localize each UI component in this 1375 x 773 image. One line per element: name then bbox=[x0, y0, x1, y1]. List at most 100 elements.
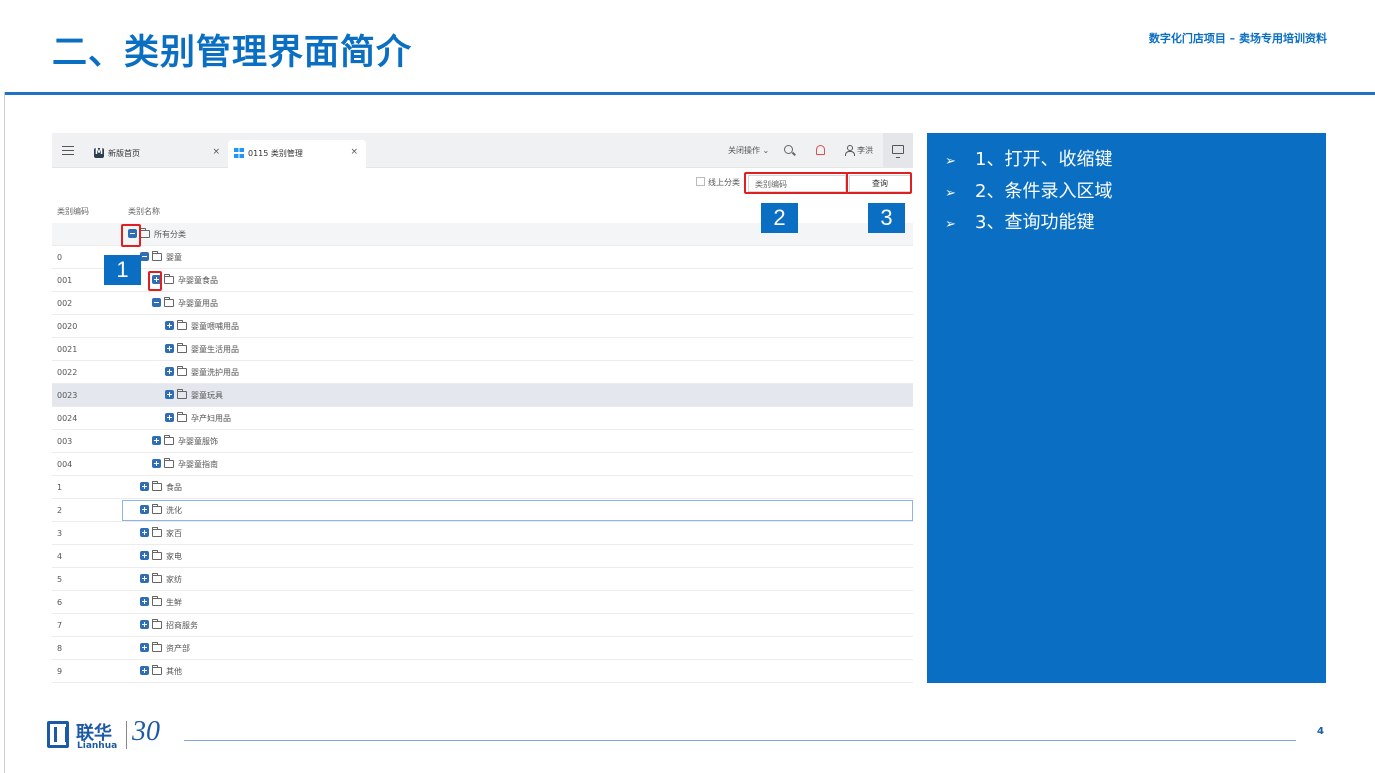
tab-close-icon[interactable]: × bbox=[212, 147, 220, 157]
expand-icon[interactable] bbox=[165, 413, 174, 422]
category-code: 0 bbox=[57, 253, 63, 262]
category-name: 婴童生活用品 bbox=[191, 345, 239, 354]
folder-icon bbox=[177, 412, 187, 422]
online-category-label: 线上分类 bbox=[708, 178, 740, 187]
expand-icon[interactable] bbox=[165, 390, 174, 399]
category-code: 003 bbox=[57, 437, 73, 446]
category-code: 3 bbox=[57, 529, 63, 538]
grid-icon bbox=[234, 148, 244, 158]
note-item: ➢ 2、条件录入区域 bbox=[945, 177, 1112, 203]
expand-icon[interactable] bbox=[140, 597, 149, 606]
tree-row[interactable]: 5 家纺 bbox=[52, 568, 913, 591]
user-name[interactable]: 李洪 bbox=[857, 145, 873, 156]
folder-icon bbox=[152, 481, 162, 491]
expand-icon[interactable] bbox=[140, 620, 149, 629]
folder-icon bbox=[152, 642, 162, 652]
category-code: 5 bbox=[57, 575, 63, 584]
category-name: 婴童洗护用品 bbox=[191, 368, 239, 377]
folder-icon bbox=[152, 527, 162, 537]
tab-category-management[interactable]: 0115 类别管理 × bbox=[228, 140, 366, 168]
tree-row[interactable]: 0024 孕产妇用品 bbox=[52, 407, 913, 430]
tab-label: 0115 类别管理 bbox=[248, 149, 303, 158]
toggle-highlight-box bbox=[121, 224, 141, 247]
tree-row[interactable]: 0023 婴童玩具 bbox=[52, 384, 913, 407]
category-name: 食品 bbox=[166, 483, 182, 492]
category-name: 孕婴童食品 bbox=[178, 276, 218, 285]
column-header-code[interactable]: 类别编码 bbox=[57, 206, 89, 217]
expand-icon[interactable] bbox=[165, 321, 174, 330]
query-button-highlight-box bbox=[846, 172, 912, 194]
tab-home[interactable]: 新版首页 × bbox=[88, 140, 228, 168]
category-code: 0022 bbox=[57, 368, 78, 377]
category-code: 9 bbox=[57, 667, 63, 676]
collapse-icon[interactable] bbox=[140, 252, 149, 261]
expand-icon[interactable] bbox=[165, 367, 174, 376]
footer-divider bbox=[184, 740, 1296, 741]
folder-icon bbox=[152, 573, 162, 583]
category-code: 6 bbox=[57, 598, 63, 607]
category-code: 0021 bbox=[57, 345, 78, 354]
callout-2: 2 bbox=[761, 203, 798, 233]
folder-icon bbox=[152, 504, 162, 514]
monitor-icon bbox=[892, 145, 904, 158]
menu-icon[interactable] bbox=[62, 146, 74, 155]
category-name: 婴童喂哺用品 bbox=[191, 322, 239, 331]
user-icon[interactable] bbox=[845, 145, 855, 156]
tab-label: 新版首页 bbox=[108, 149, 140, 158]
tree-row[interactable]: 002 孕婴童用品 bbox=[52, 292, 913, 315]
tab-close-icon[interactable]: × bbox=[350, 147, 358, 157]
logo-separator bbox=[126, 721, 127, 749]
collapse-icon[interactable] bbox=[152, 298, 161, 307]
expand-icon[interactable] bbox=[165, 344, 174, 353]
tree-row[interactable]: 0021 婴童生活用品 bbox=[52, 338, 913, 361]
anniversary-logo: 30 bbox=[132, 716, 160, 747]
tree-row[interactable]: 001 孕婴童食品 bbox=[52, 269, 913, 292]
category-name: 其他 bbox=[166, 667, 182, 676]
expand-icon[interactable] bbox=[140, 551, 149, 560]
category-code: 0024 bbox=[57, 414, 78, 423]
tree-row[interactable]: 2 洗化 bbox=[52, 499, 913, 522]
column-header-name[interactable]: 类别名称 bbox=[128, 206, 160, 217]
expand-icon[interactable] bbox=[152, 436, 161, 445]
tree-row[interactable]: 9 其他 bbox=[52, 660, 913, 683]
filter-input-highlight-box bbox=[744, 172, 848, 194]
folder-icon bbox=[177, 389, 187, 399]
expand-icon[interactable] bbox=[140, 574, 149, 583]
folder-icon bbox=[164, 458, 174, 468]
close-operations-menu[interactable]: 关闭操作 ⌄ bbox=[728, 145, 769, 156]
tree-row[interactable]: 7 招商服务 bbox=[52, 614, 913, 637]
logo-english: Lianhua bbox=[77, 741, 118, 751]
online-category-checkbox[interactable] bbox=[696, 177, 705, 186]
expand-icon[interactable] bbox=[140, 643, 149, 652]
expand-icon[interactable] bbox=[152, 459, 161, 468]
tree-row[interactable]: 004 孕婴童指南 bbox=[52, 453, 913, 476]
tree-row[interactable]: 8 资产部 bbox=[52, 637, 913, 660]
bell-icon[interactable] bbox=[816, 145, 825, 155]
category-name: 孕产妇用品 bbox=[191, 414, 231, 423]
category-name: 孕婴童用品 bbox=[178, 299, 218, 308]
tree-row[interactable]: 0 婴童 bbox=[52, 246, 913, 269]
tree-row[interactable]: 3 家百 bbox=[52, 522, 913, 545]
note-item: ➢ 1、打开、收缩键 bbox=[945, 145, 1112, 171]
tree-row[interactable]: 003 孕婴童服饰 bbox=[52, 430, 913, 453]
tree-row[interactable]: 1 食品 bbox=[52, 476, 913, 499]
tree-row[interactable]: 0020 婴童喂哺用品 bbox=[52, 315, 913, 338]
tree-row[interactable]: 0022 婴童洗护用品 bbox=[52, 361, 913, 384]
category-code: 001 bbox=[57, 276, 73, 285]
expand-icon[interactable] bbox=[140, 505, 149, 514]
expand-icon[interactable] bbox=[140, 666, 149, 675]
tree-row[interactable]: 6 生鲜 bbox=[52, 591, 913, 614]
category-code: 8 bbox=[57, 644, 63, 653]
callout-3: 3 bbox=[868, 203, 905, 233]
category-code: 002 bbox=[57, 299, 73, 308]
toggle-highlight-box bbox=[148, 271, 162, 291]
expand-icon[interactable] bbox=[140, 482, 149, 491]
search-icon[interactable] bbox=[784, 145, 793, 154]
notes-panel: ➢ 1、打开、收缩键 ➢ 2、条件录入区域 ➢ 3、查询功能键 bbox=[927, 133, 1326, 683]
tab-bar: 新版首页 × 0115 类别管理 × 关闭操作 ⌄ 李洪 bbox=[52, 133, 913, 168]
callout-1: 1 bbox=[104, 255, 141, 285]
note-text: 1、打开、收缩键 bbox=[975, 149, 1113, 170]
tree-row[interactable]: 4 家电 bbox=[52, 545, 913, 568]
folder-icon bbox=[152, 251, 162, 261]
expand-icon[interactable] bbox=[140, 528, 149, 537]
